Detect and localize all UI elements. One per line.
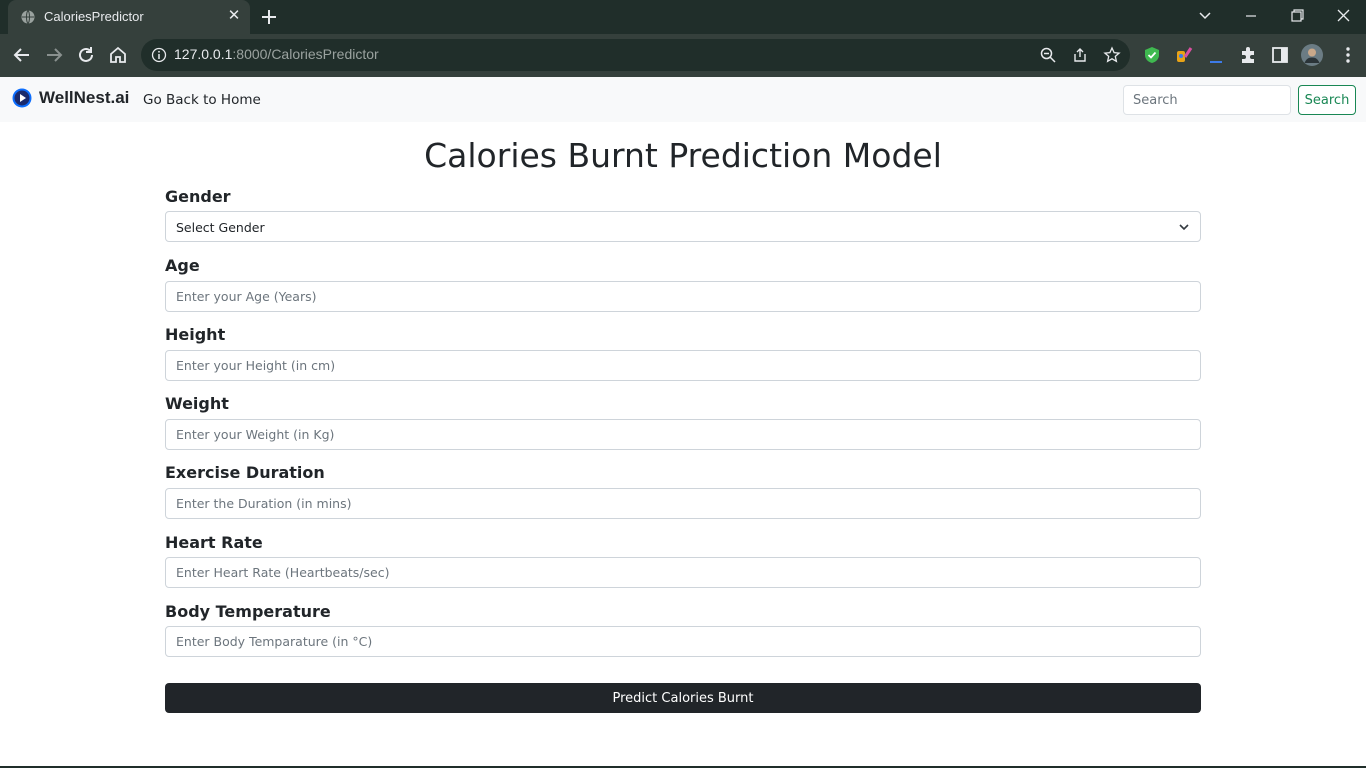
underline-extension-icon[interactable]	[1206, 45, 1226, 65]
body-temperature-label: Body Temperature	[165, 602, 331, 621]
url-host: 127.0.0.1	[174, 46, 233, 62]
shield-extension-icon[interactable]	[1142, 45, 1162, 65]
browser-toolbar: 127.0.0.1:8000/CaloriesPredictor	[0, 34, 1366, 77]
chevron-down-icon[interactable]	[1194, 6, 1216, 26]
search-button[interactable]: Search	[1298, 85, 1356, 115]
minimize-icon[interactable]	[1240, 6, 1262, 26]
age-label: Age	[165, 256, 200, 275]
search-input[interactable]	[1123, 85, 1291, 115]
share-icon[interactable]	[1071, 46, 1089, 64]
profile-avatar[interactable]	[1301, 44, 1323, 66]
arrow-right-icon[interactable]	[44, 45, 64, 65]
menu-dots-icon[interactable]	[1338, 45, 1358, 65]
gender-label: Gender	[165, 187, 231, 206]
address-bar[interactable]: 127.0.0.1:8000/CaloriesPredictor	[141, 39, 1130, 71]
go-home-link[interactable]: Go Back to Home	[143, 92, 261, 108]
home-icon[interactable]	[108, 45, 128, 65]
side-panel-icon[interactable]	[1270, 45, 1290, 65]
page-title: Calories Burnt Prediction Model	[424, 136, 942, 175]
url-path: :8000/CaloriesPredictor	[232, 46, 379, 62]
new-tab-icon[interactable]	[259, 7, 279, 27]
heart-rate-input[interactable]	[165, 557, 1201, 588]
gender-select-value: Select Gender	[176, 220, 265, 235]
star-icon[interactable]	[1103, 46, 1121, 64]
age-input[interactable]	[165, 281, 1201, 312]
browser-tab[interactable]: CaloriesPredictor ✕	[8, 0, 250, 34]
height-label: Height	[165, 325, 226, 344]
gender-select[interactable]: Select Gender	[165, 211, 1201, 242]
reload-icon[interactable]	[76, 45, 96, 65]
arrow-left-icon[interactable]	[12, 45, 32, 65]
exercise-duration-input[interactable]	[165, 488, 1201, 519]
close-icon[interactable]: ✕	[226, 8, 242, 24]
weight-label: Weight	[165, 394, 229, 413]
browser-tabstrip: CaloriesPredictor ✕	[0, 0, 1366, 34]
exercise-duration-label: Exercise Duration	[165, 463, 325, 482]
puzzle-icon[interactable]	[1238, 45, 1258, 65]
body-temperature-input[interactable]	[165, 626, 1201, 657]
url-text: 127.0.0.1:8000/CaloriesPredictor	[174, 46, 379, 62]
weight-input[interactable]	[165, 419, 1201, 450]
brand-link[interactable]: WellNest.ai	[12, 88, 129, 108]
restore-icon[interactable]	[1286, 6, 1308, 26]
brush-extension-icon[interactable]	[1174, 45, 1194, 65]
heart-rate-label: Heart Rate	[165, 533, 263, 552]
height-input[interactable]	[165, 350, 1201, 381]
zoom-icon[interactable]	[1039, 46, 1057, 64]
info-icon[interactable]	[151, 47, 167, 63]
brand-name: WellNest.ai	[39, 88, 130, 107]
play-logo-icon	[12, 88, 32, 108]
chevron-down-icon	[1179, 224, 1189, 231]
tab-title: CaloriesPredictor	[44, 9, 144, 24]
predict-calories-button[interactable]: Predict Calories Burnt	[165, 683, 1201, 713]
site-navbar: WellNest.ai Go Back to Home Search	[0, 77, 1366, 122]
close-window-icon[interactable]	[1332, 6, 1354, 26]
globe-icon	[21, 10, 35, 24]
